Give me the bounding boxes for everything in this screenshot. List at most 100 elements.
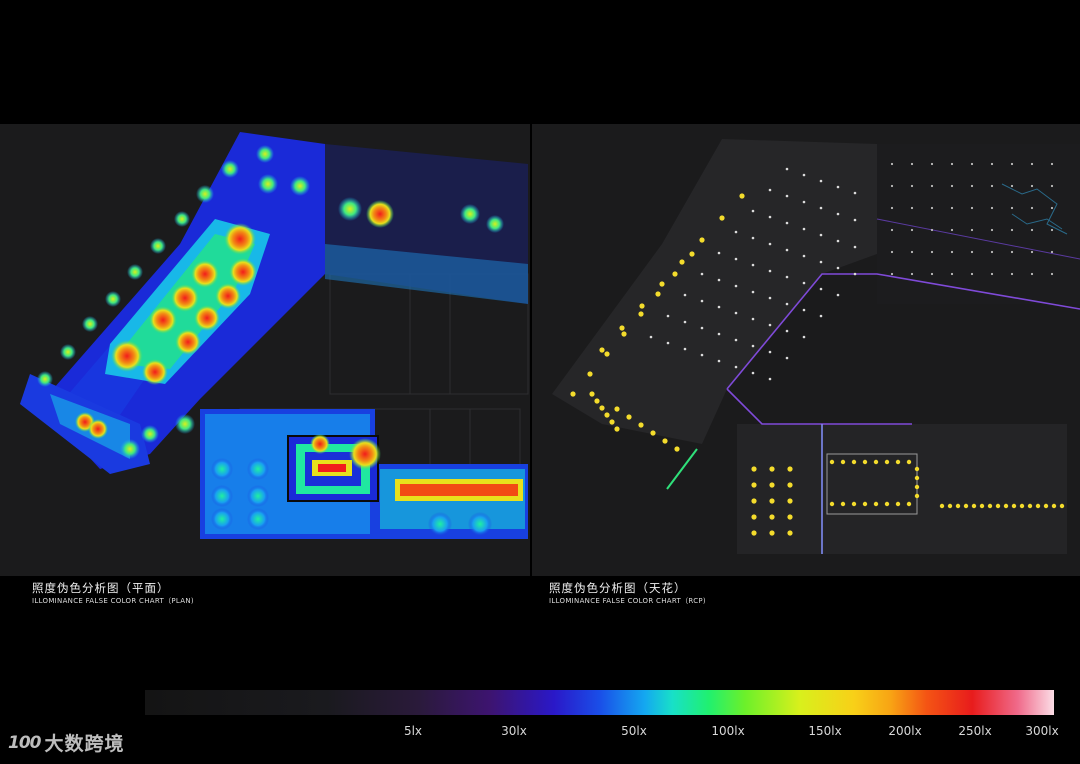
rcp-false-color-drawing — [552, 139, 1080, 554]
rcp-caption-en: ILLOMINANCE FALSE COLOR CHART（RCP) — [549, 597, 706, 605]
small-fixture — [1050, 228, 1054, 232]
small-fixture — [990, 228, 994, 232]
downlight-fixture — [906, 501, 912, 507]
downlight-fixture — [619, 325, 625, 331]
legend-label-50lx: 50lx — [621, 724, 647, 738]
small-fixture — [836, 185, 840, 189]
small-fixture — [910, 250, 914, 254]
small-fixture — [819, 206, 823, 210]
small-fixture — [970, 162, 974, 166]
downlight-fixture — [787, 498, 793, 504]
downlight-fixture — [769, 466, 775, 472]
small-fixture — [717, 332, 721, 336]
small-fixture — [890, 228, 894, 232]
small-fixture — [734, 338, 738, 342]
downlight-fixture — [587, 371, 593, 377]
downlight-fixture — [939, 503, 945, 509]
small-fixture — [950, 272, 954, 276]
small-fixture — [1010, 206, 1014, 210]
small-fixture — [836, 212, 840, 216]
downlight-fixture — [599, 347, 605, 353]
logo-text: 大数跨境 — [44, 733, 125, 755]
small-fixture — [785, 248, 789, 252]
legend-label-150lx: 150lx — [808, 724, 842, 738]
small-fixture — [990, 162, 994, 166]
downlight-fixture — [995, 503, 1001, 509]
small-fixture — [819, 179, 823, 183]
small-fixture — [700, 326, 704, 330]
plan-caption-cn: 照度伪色分析图（平面） — [32, 581, 170, 595]
downlight-fixture — [1019, 503, 1025, 509]
legend-label-5lx: 5lx — [403, 724, 423, 738]
downlight-fixture — [614, 406, 620, 412]
small-fixture — [990, 184, 994, 188]
legend-label-100lx: 100lx — [711, 724, 745, 738]
downlight-fixture — [769, 498, 775, 504]
small-fixture — [734, 365, 738, 369]
downlight-fixture — [662, 438, 668, 444]
downlight-fixture — [604, 412, 610, 418]
downlight-fixture — [1051, 503, 1057, 509]
small-fixture — [666, 341, 670, 345]
small-fixture — [1010, 162, 1014, 166]
downlight-fixture — [787, 514, 793, 520]
small-fixture — [970, 184, 974, 188]
downlight-fixture — [787, 466, 793, 472]
downlight-fixture — [672, 271, 678, 277]
downlight-fixture — [1027, 503, 1033, 509]
downlight-fixture — [787, 530, 793, 536]
downlight-fixture — [787, 482, 793, 488]
small-fixture — [890, 184, 894, 188]
small-fixture — [1050, 250, 1054, 254]
downlight-fixture — [987, 503, 993, 509]
small-fixture — [910, 272, 914, 276]
downlight-fixture — [739, 193, 745, 199]
downlight-fixture — [594, 398, 600, 404]
small-fixture — [802, 254, 806, 258]
small-fixture — [970, 228, 974, 232]
downlight-fixture — [650, 430, 656, 436]
small-fixture — [785, 329, 789, 333]
downlight-fixture — [884, 459, 890, 465]
small-fixture — [751, 236, 755, 240]
small-fixture — [734, 257, 738, 261]
downlight-fixture — [614, 426, 620, 432]
small-fixture — [785, 302, 789, 306]
downlight-fixture — [1011, 503, 1017, 509]
small-fixture — [768, 377, 772, 381]
small-fixture — [853, 218, 857, 222]
small-fixture — [890, 162, 894, 166]
downlight-fixture — [914, 475, 920, 481]
small-fixture — [1010, 184, 1014, 188]
small-fixture — [990, 206, 994, 210]
small-fixture — [785, 194, 789, 198]
downlight-fixture — [609, 419, 615, 425]
small-fixture — [1030, 250, 1034, 254]
small-fixture — [734, 284, 738, 288]
downlight-fixture — [689, 251, 695, 257]
small-fixture — [819, 314, 823, 318]
downlight-fixture — [884, 501, 890, 507]
small-fixture — [970, 206, 974, 210]
rcp-false-color-panel — [532, 124, 1080, 576]
downlight-fixture — [769, 482, 775, 488]
small-fixture — [950, 184, 954, 188]
small-fixture — [1030, 228, 1034, 232]
small-fixture — [717, 278, 721, 282]
downlight-fixture — [638, 422, 644, 428]
small-fixture — [1030, 162, 1034, 166]
downlight-fixture — [638, 311, 644, 317]
downlight-fixture — [829, 459, 835, 465]
small-fixture — [1010, 250, 1014, 254]
small-fixture — [802, 281, 806, 285]
small-fixture — [785, 275, 789, 279]
small-fixture — [930, 206, 934, 210]
small-fixture — [836, 293, 840, 297]
downlight-fixture — [570, 391, 576, 397]
small-fixture — [700, 353, 704, 357]
small-fixture — [950, 162, 954, 166]
small-fixture — [1050, 272, 1054, 276]
small-fixture — [1050, 184, 1054, 188]
downlight-fixture — [851, 501, 857, 507]
downlight-fixture — [1059, 503, 1065, 509]
